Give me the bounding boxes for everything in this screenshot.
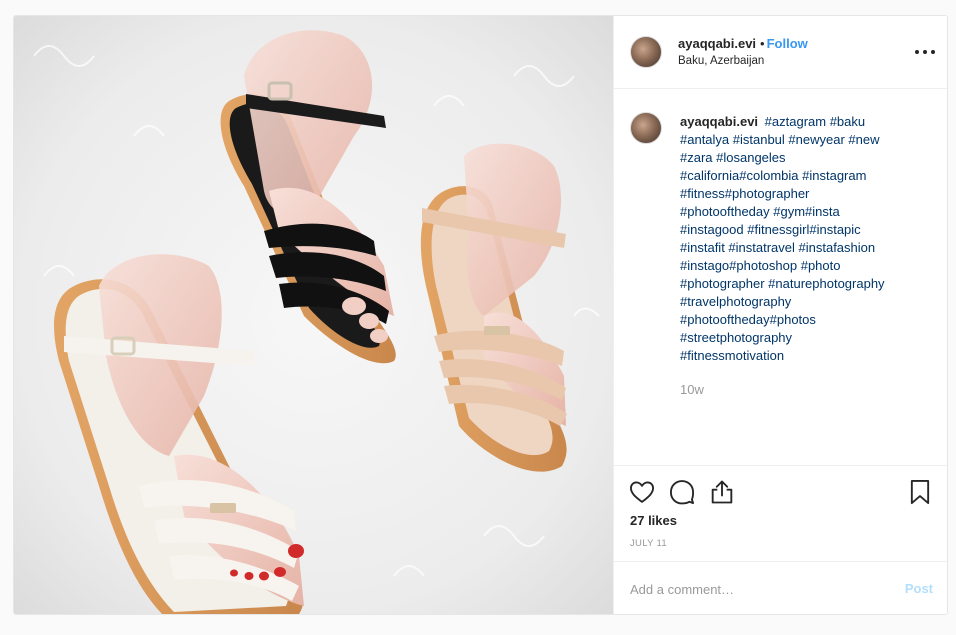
location-link[interactable]: Baku, Azerbaijan	[678, 55, 764, 67]
caption-hashtags: #aztagram #baku #antalya #istanbul #newye…	[680, 114, 885, 363]
caption-line[interactable]: #antalya #istanbul #newyear #new	[680, 132, 879, 147]
caption-line[interactable]: #photooftheday#photos	[680, 312, 816, 327]
caption-line[interactable]: #aztagram #baku	[765, 114, 865, 129]
caption-line[interactable]: #instagood #fitnessgirl#instapic	[680, 222, 861, 237]
post-sidebar: ayaqqabi.evi • Follow Baku, Azerbaijan aya…	[613, 16, 947, 614]
post-comment-button[interactable]: Post	[905, 581, 933, 596]
follow-button[interactable]: Follow	[767, 36, 808, 51]
caption-line[interactable]: #california#colombia #instagram	[680, 168, 866, 183]
caption-line[interactable]: #zara #losangeles	[680, 150, 786, 165]
comments-area: ayaqqabi.evi #aztagram #baku #antalya #is…	[614, 90, 947, 465]
separator-dot: •	[760, 36, 765, 51]
caption-line[interactable]: #instago#photoshop #photo	[680, 258, 840, 273]
caption-username[interactable]: ayaqqabi.evi	[680, 114, 758, 129]
post-photo[interactable]	[14, 16, 613, 614]
user-line: ayaqqabi.evi • Follow	[678, 36, 808, 51]
share-icon[interactable]	[708, 478, 736, 506]
caption-line[interactable]: #photooftheday #gym#insta	[680, 204, 840, 219]
post-date: JULY 11	[630, 538, 667, 549]
comment-input[interactable]	[630, 578, 880, 600]
caption-line[interactable]: #fitness#photographer	[680, 186, 809, 201]
username-link[interactable]: ayaqqabi.evi	[678, 36, 756, 51]
caption: ayaqqabi.evi #aztagram #baku #antalya #is…	[680, 113, 938, 365]
heart-icon[interactable]	[628, 478, 656, 506]
caption-line[interactable]: #instafit #instatravel #instafashion	[680, 240, 875, 255]
more-options-icon[interactable]	[915, 42, 935, 62]
bookmark-icon[interactable]	[906, 478, 934, 506]
sandals-photo	[14, 16, 613, 614]
avatar[interactable]	[630, 36, 662, 68]
add-comment-bar: Post	[614, 561, 947, 614]
post-header: ayaqqabi.evi • Follow Baku, Azerbaijan	[614, 16, 947, 89]
comment-bubble-icon[interactable]	[668, 478, 696, 506]
post-card: ayaqqabi.evi • Follow Baku, Azerbaijan aya…	[13, 15, 948, 615]
caption-line[interactable]: #fitnessmotivation	[680, 348, 784, 363]
caption-line[interactable]: #travelphotography	[680, 294, 791, 309]
caption-line[interactable]: #streetphotography	[680, 330, 792, 345]
caption-line[interactable]: #photographer #naturephotography	[680, 276, 885, 291]
action-icons	[628, 478, 934, 506]
actions-section: 27 likes JULY 11 Post	[614, 465, 947, 614]
likes-count[interactable]: 27 likes	[630, 513, 677, 528]
caption-avatar[interactable]	[630, 112, 662, 144]
post-age: 10w	[680, 382, 704, 397]
